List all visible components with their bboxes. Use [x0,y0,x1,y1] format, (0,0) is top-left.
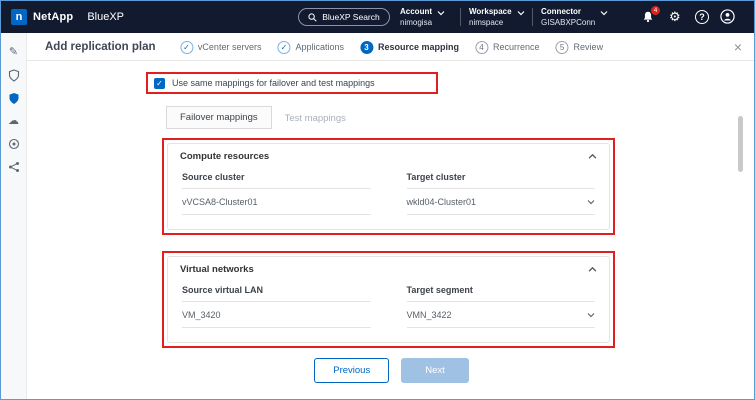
virtual-networks-panel: Virtual networks Source virtual LAN VM_3… [167,256,610,343]
panel-title: Compute resources [180,151,269,162]
value-text: VM_3420 [182,310,221,320]
step-check-icon: ✓ [180,41,193,54]
same-mappings-label: Use same mappings for failover and test … [172,78,375,88]
source-vlan-column: Source virtual LAN VM_3420 [182,281,371,328]
mapping-tabs: Failover mappings Test mappings [166,106,359,129]
step-label: vCenter servers [198,42,262,52]
share-icon[interactable] [7,160,21,174]
main-content: ✓ Use same mappings for failover and tes… [27,61,755,400]
step-resource-mapping[interactable]: 3 Resource mapping [360,41,459,54]
bluexp-window: n NetApp BlueXP BlueXP Search Account ni… [0,0,755,400]
protection-shield-icon[interactable] [7,91,21,105]
left-nav-sidebar: ✎ ☁ [1,33,27,400]
top-bar: n NetApp BlueXP BlueXP Search Account ni… [1,1,755,33]
next-button[interactable]: Next [401,358,469,383]
compute-resources-panel: Compute resources Source cluster vVCSA8-… [167,143,610,230]
chevron-down-icon [600,9,608,17]
column-header: Source virtual LAN [182,281,371,302]
chevron-down-icon [437,9,445,17]
wizard-steps: ✓ vCenter servers ✓ Applications 3 Resou… [180,33,603,61]
connector-menu[interactable]: Connector GISABXPConn [541,6,608,28]
step-number: 5 [556,41,569,54]
chevron-down-icon [587,198,595,206]
cloud-icon[interactable]: ☁ [7,114,21,128]
step-number: 3 [360,41,373,54]
same-mappings-checkbox[interactable]: ✓ [154,78,165,89]
account-label: Account [400,6,432,17]
step-check-icon: ✓ [277,41,290,54]
annotation-box: Compute resources Source cluster vVCSA8-… [162,138,615,235]
help-icon[interactable]: ? [695,10,709,24]
workspace-menu[interactable]: Workspace nimspace [469,6,525,28]
bluexp-search-button[interactable]: BlueXP Search [298,8,390,26]
edit-icon[interactable]: ✎ [7,45,21,59]
tab-failover-mappings[interactable]: Failover mappings [166,106,272,129]
column-header: Target segment [407,281,596,302]
user-avatar-icon[interactable] [720,9,735,24]
source-cluster-value: vVCSA8-Cluster01 [182,189,371,215]
chevron-down-icon [587,311,595,319]
target-icon[interactable] [7,137,21,151]
panel-header[interactable]: Virtual networks [168,257,609,279]
previous-button[interactable]: Previous [314,358,389,383]
chevron-up-icon[interactable] [588,152,597,161]
target-cluster-select[interactable]: wkld04-Cluster01 [407,189,596,215]
step-number: 4 [475,41,488,54]
step-review[interactable]: 5 Review [556,41,604,54]
divider [460,8,461,26]
connector-value: GISABXPConn [541,17,595,28]
step-applications[interactable]: ✓ Applications [277,41,344,54]
value-text: vVCSA8-Cluster01 [182,197,258,207]
account-menu[interactable]: Account nimogisa [400,6,445,28]
wizard-footer: Previous Next [27,358,755,383]
netapp-logo-icon: n [11,9,27,25]
page-title: Add replication plan [45,33,156,61]
brand: n NetApp BlueXP [11,1,124,33]
value-text: VMN_3422 [407,310,452,320]
workspace-value: nimspace [469,17,512,28]
notifications-badge: 4 [651,6,660,15]
chevron-down-icon [517,9,525,17]
step-label: Review [574,42,604,52]
step-vcenter-servers[interactable]: ✓ vCenter servers [180,41,262,54]
panel-header[interactable]: Compute resources [168,144,609,166]
settings-gear-icon[interactable]: ⚙ [669,1,681,33]
search-label: BlueXP Search [322,12,380,22]
step-recurrence[interactable]: 4 Recurrence [475,41,540,54]
column-header: Target cluster [407,168,596,189]
step-label: Recurrence [493,42,540,52]
tab-test-mappings[interactable]: Test mappings [272,108,359,129]
source-vlan-value: VM_3420 [182,302,371,328]
workspace-label: Workspace [469,6,512,17]
target-cluster-column: Target cluster wkld04-Cluster01 [407,168,596,215]
wizard-header: Add replication plan ✓ vCenter servers ✓… [27,33,755,61]
account-value: nimogisa [400,17,432,28]
shield-icon[interactable] [7,68,21,82]
close-icon[interactable]: × [734,33,742,61]
scrollbar[interactable] [738,116,743,172]
step-label: Resource mapping [378,42,459,52]
panel-title: Virtual networks [180,264,254,275]
divider [532,8,533,26]
brand-product: BlueXP [87,11,124,23]
chevron-up-icon[interactable] [588,265,597,274]
column-header: Source cluster [182,168,371,189]
annotation-box: ✓ Use same mappings for failover and tes… [146,72,438,94]
target-segment-select[interactable]: VMN_3422 [407,302,596,328]
step-label: Applications [295,42,344,52]
source-cluster-column: Source cluster vVCSA8-Cluster01 [182,168,371,215]
brand-name: NetApp [33,11,73,23]
connector-label: Connector [541,6,595,17]
value-text: wkld04-Cluster01 [407,197,477,207]
search-icon [308,13,317,22]
annotation-box: Virtual networks Source virtual LAN VM_3… [162,251,615,348]
target-segment-column: Target segment VMN_3422 [407,281,596,328]
